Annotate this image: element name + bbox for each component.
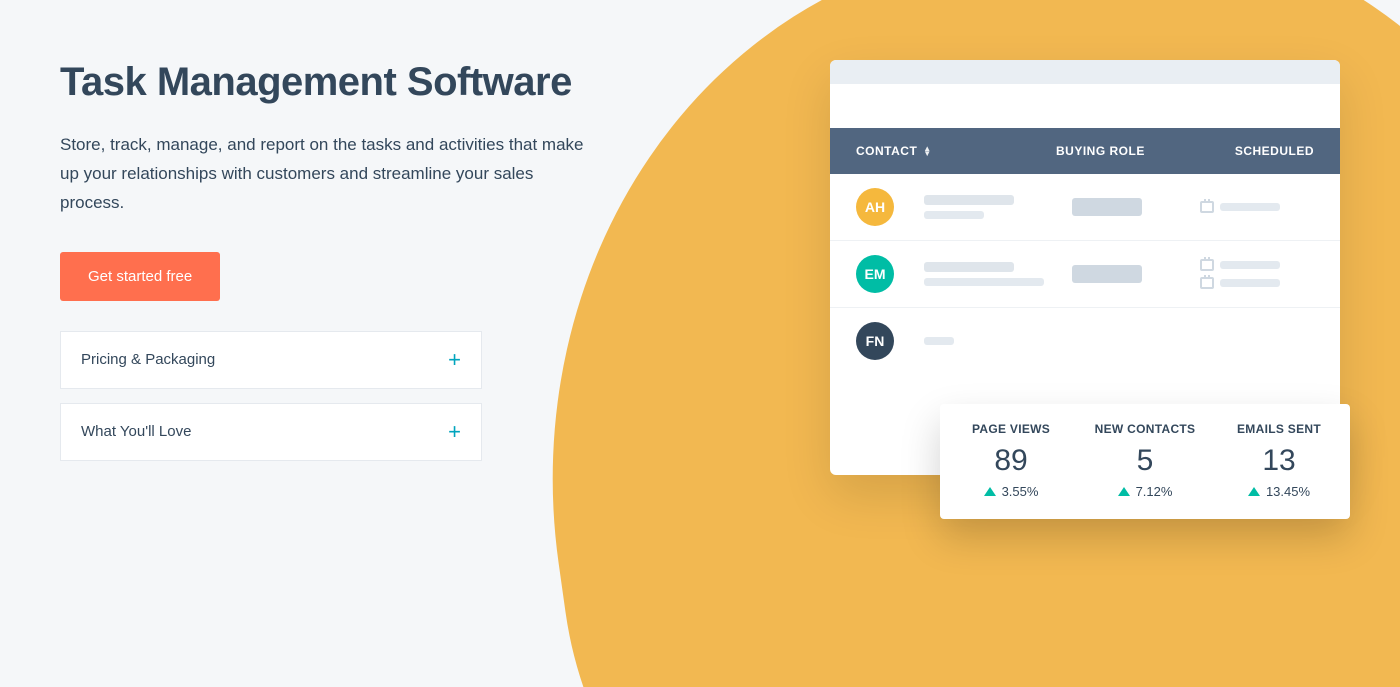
stat-value: 13 — [1226, 444, 1332, 478]
plus-icon: + — [448, 349, 461, 371]
app-preview-window: CONTACT ▲▼ BUYING ROLE SCHEDULED AH — [830, 60, 1340, 475]
sort-icon: ▲▼ — [923, 146, 931, 156]
stat-emails-sent: EMAILS SENT 13 13.45% — [1226, 422, 1332, 499]
trend-up-icon — [1248, 487, 1260, 496]
table-row[interactable]: AH — [830, 174, 1340, 241]
page-subtitle: Store, track, manage, and report on the … — [60, 131, 600, 218]
column-label: CONTACT — [856, 144, 917, 158]
stat-delta: 7.12% — [1136, 484, 1173, 499]
accordion-label: What You'll Love — [81, 423, 191, 440]
stat-delta: 13.45% — [1266, 484, 1310, 499]
table-row[interactable]: FN — [830, 308, 1340, 374]
table-header: CONTACT ▲▼ BUYING ROLE SCHEDULED — [830, 128, 1340, 174]
window-chrome — [830, 60, 1340, 84]
stat-value: 89 — [958, 444, 1064, 478]
avatar: FN — [856, 322, 894, 360]
stats-popover: PAGE VIEWS 89 3.55% NEW CONTACTS 5 7.12%… — [940, 404, 1350, 519]
calendar-icon — [1200, 259, 1214, 271]
stat-delta: 3.55% — [1002, 484, 1039, 499]
hero-section: Task Management Software Store, track, m… — [60, 60, 620, 475]
stat-label: NEW CONTACTS — [1092, 422, 1198, 436]
column-scheduled[interactable]: SCHEDULED — [1176, 144, 1314, 158]
window-toolbar — [830, 84, 1340, 128]
get-started-button[interactable]: Get started free — [60, 252, 220, 301]
avatar: AH — [856, 188, 894, 226]
avatar: EM — [856, 255, 894, 293]
table-row[interactable]: EM — [830, 241, 1340, 308]
accordion-item-love[interactable]: What You'll Love + — [60, 403, 482, 461]
column-role[interactable]: BUYING ROLE — [1056, 144, 1176, 158]
accordion-label: Pricing & Packaging — [81, 351, 215, 368]
contact-placeholder — [924, 195, 1064, 219]
column-contact[interactable]: CONTACT ▲▼ — [856, 144, 1056, 158]
role-placeholder — [1072, 198, 1192, 216]
accordion: Pricing & Packaging + What You'll Love + — [60, 331, 482, 461]
stat-label: PAGE VIEWS — [958, 422, 1064, 436]
calendar-icon — [1200, 277, 1214, 289]
page-title: Task Management Software — [60, 60, 620, 105]
scheduled-placeholder — [1200, 259, 1314, 289]
stat-value: 5 — [1092, 444, 1198, 478]
trend-up-icon — [1118, 487, 1130, 496]
scheduled-placeholder — [1200, 201, 1314, 213]
stat-label: EMAILS SENT — [1226, 422, 1332, 436]
plus-icon: + — [448, 421, 461, 443]
contact-placeholder — [924, 337, 1064, 345]
role-placeholder — [1072, 265, 1192, 283]
trend-up-icon — [984, 487, 996, 496]
contact-placeholder — [924, 262, 1064, 286]
stat-new-contacts: NEW CONTACTS 5 7.12% — [1092, 422, 1198, 499]
accordion-item-pricing[interactable]: Pricing & Packaging + — [60, 331, 482, 389]
calendar-icon — [1200, 201, 1214, 213]
stat-page-views: PAGE VIEWS 89 3.55% — [958, 422, 1064, 499]
